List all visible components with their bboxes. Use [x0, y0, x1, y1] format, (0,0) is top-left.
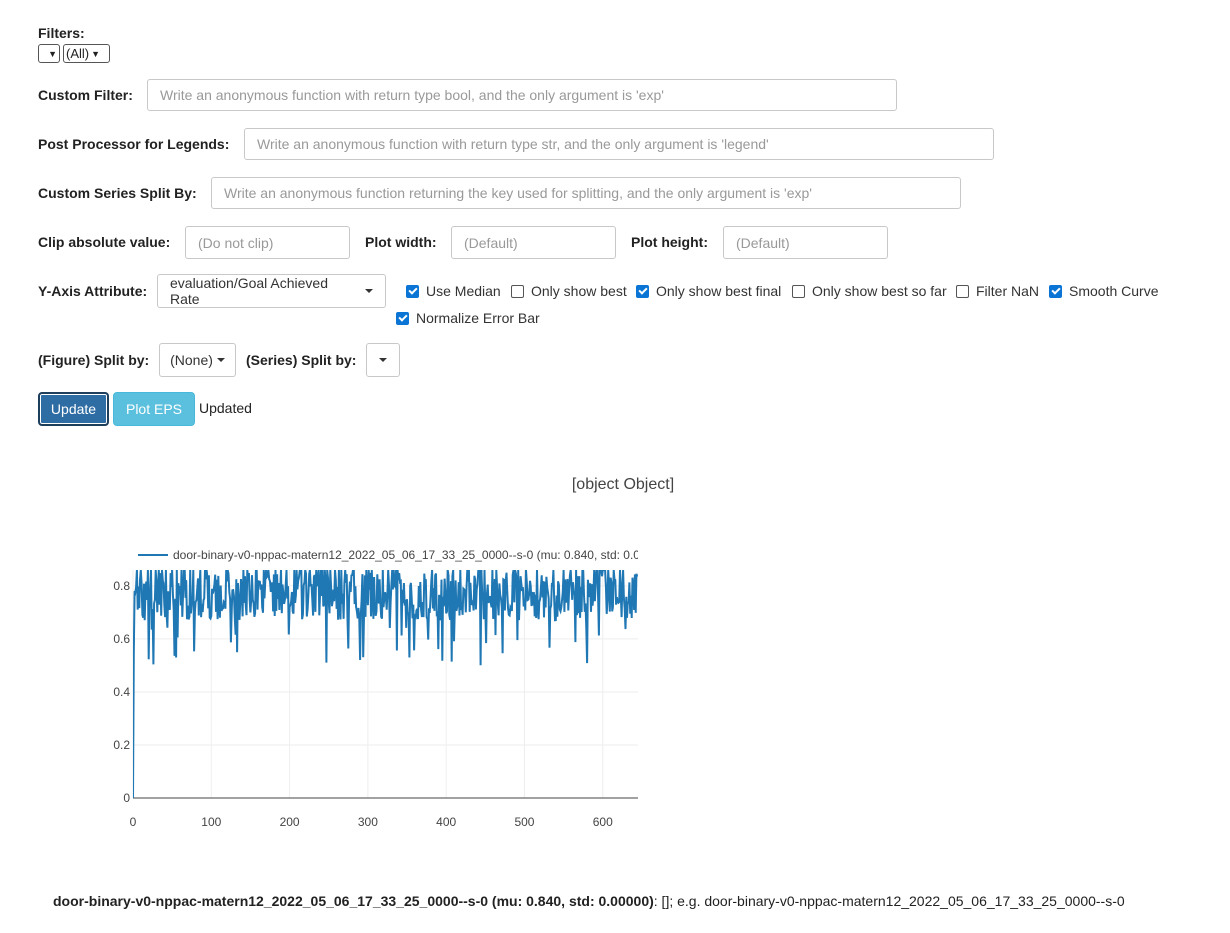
option-only-show-best-final[interactable]: Only show best final: [636, 283, 781, 299]
figure-split-label: (Figure) Split by:: [38, 352, 150, 368]
plot-title: [object Object]: [571, 476, 675, 493]
option-smooth-curve-label: Smooth Curve: [1069, 283, 1159, 299]
custom-filter-label: Custom Filter:: [38, 87, 133, 103]
y-tick-label: 0.2: [113, 738, 130, 752]
checkbox-smooth-curve[interactable]: [1049, 284, 1062, 298]
y-axis-dropdown[interactable]: evaluation/Goal Achieved Rate: [157, 274, 386, 308]
chart-series: [133, 570, 638, 799]
checkbox-only-show-best-so-far[interactable]: [792, 284, 805, 298]
option-normalize-error-bar[interactable]: Normalize Error Bar: [396, 310, 540, 326]
option-only-show-best-final-label: Only show best final: [656, 283, 782, 299]
option-only-show-best-so-far-label: Only show best so far: [812, 283, 947, 299]
option-only-show-best[interactable]: Only show best: [511, 283, 627, 299]
caret-down-icon: [365, 289, 373, 293]
option-filter-nan-label: Filter NaN: [976, 283, 1040, 299]
caret-down-icon: [379, 358, 387, 362]
chevron-down-icon: ▼: [48, 48, 57, 59]
caret-down-icon: [216, 358, 225, 362]
custom-filter-input[interactable]: [147, 79, 897, 111]
chevron-down-icon: ▼: [91, 48, 101, 59]
status-text: Updated: [199, 400, 252, 416]
legend-label: door-binary-v0-nppac-matern12_2022_05_06…: [173, 548, 650, 562]
chart-axes: 0 100 200 300 400 500 600 0 0.2 0.4 0.6 0.8: [113, 579, 638, 829]
x-tick-label: 300: [358, 815, 378, 829]
y-tick-label: 0.6: [113, 632, 130, 646]
checkbox-only-show-best[interactable]: [511, 284, 524, 298]
y-tick-label: 0.4: [113, 685, 130, 699]
option-filter-nan[interactable]: Filter NaN: [956, 283, 1039, 299]
option-use-median[interactable]: Use Median: [406, 283, 501, 299]
series-line: [133, 570, 638, 799]
x-tick-label: 200: [280, 815, 300, 829]
x-tick-label: 400: [436, 815, 456, 829]
x-tick-label: 100: [201, 815, 221, 829]
footer-detail: : []; e.g. door-binary-v0-nppac-matern12…: [653, 893, 1125, 909]
line-chart[interactable]: 0 100 200 300 400 500 600 0 0.2 0.4 0.6 0.8 door-bi…: [100, 540, 650, 840]
clip-input[interactable]: [185, 226, 350, 259]
filters-label: Filters:: [38, 25, 85, 41]
figure-split-dropdown[interactable]: (None): [159, 343, 236, 377]
series-split-label: (Series) Split by:: [246, 352, 357, 368]
post-processor-input[interactable]: [244, 128, 994, 160]
plot-height-label: Plot height:: [631, 234, 708, 250]
checkbox-only-show-best-final[interactable]: [636, 284, 649, 298]
plot-width-input[interactable]: [451, 226, 616, 259]
filter-select-2-value: (All): [66, 46, 90, 61]
plot-eps-button-label: Plot EPS: [125, 401, 183, 417]
y-axis-label: Y-Axis Attribute:: [38, 283, 148, 299]
plot-width-label: Plot width:: [365, 234, 437, 250]
checkbox-filter-nan[interactable]: [956, 284, 969, 298]
checkbox-use-median[interactable]: [406, 284, 419, 298]
update-button[interactable]: Update: [38, 392, 109, 426]
option-normalize-error-bar-label: Normalize Error Bar: [416, 310, 540, 326]
update-button-label: Update: [50, 401, 97, 417]
y-tick-label: 0.8: [113, 579, 130, 593]
x-tick-label: 0: [130, 815, 137, 829]
footer-series-name: door-binary-v0-nppac-matern12_2022_05_06…: [53, 893, 654, 909]
checkbox-normalize-error-bar[interactable]: [396, 311, 409, 325]
plot-height-input[interactable]: [723, 226, 888, 259]
option-only-show-best-so-far[interactable]: Only show best so far: [792, 283, 947, 299]
series-split-dropdown[interactable]: [366, 343, 400, 377]
plot-eps-button[interactable]: Plot EPS: [113, 392, 195, 426]
filter-select-2[interactable]: (All) ▼: [63, 44, 110, 63]
option-use-median-label: Use Median: [426, 283, 501, 299]
clip-label: Clip absolute value:: [38, 234, 171, 250]
series-split-fn-label: Custom Series Split By:: [38, 185, 197, 201]
post-processor-label: Post Processor for Legends:: [38, 136, 230, 152]
option-smooth-curve[interactable]: Smooth Curve: [1049, 283, 1158, 299]
y-axis-value: evaluation/Goal Achieved Rate: [170, 275, 328, 307]
x-tick-label: 600: [593, 815, 613, 829]
y-tick-label: 0: [123, 791, 130, 805]
option-only-show-best-label: Only show best: [531, 283, 627, 299]
x-tick-label: 500: [514, 815, 534, 829]
series-split-fn-input[interactable]: [211, 177, 961, 209]
figure-split-value: (None): [170, 352, 213, 368]
footer-summary: door-binary-v0-nppac-matern12_2022_05_06…: [53, 893, 1125, 909]
filter-select-1[interactable]: ▼: [38, 44, 60, 63]
chart-legend[interactable]: door-binary-v0-nppac-matern12_2022_05_06…: [138, 548, 650, 562]
